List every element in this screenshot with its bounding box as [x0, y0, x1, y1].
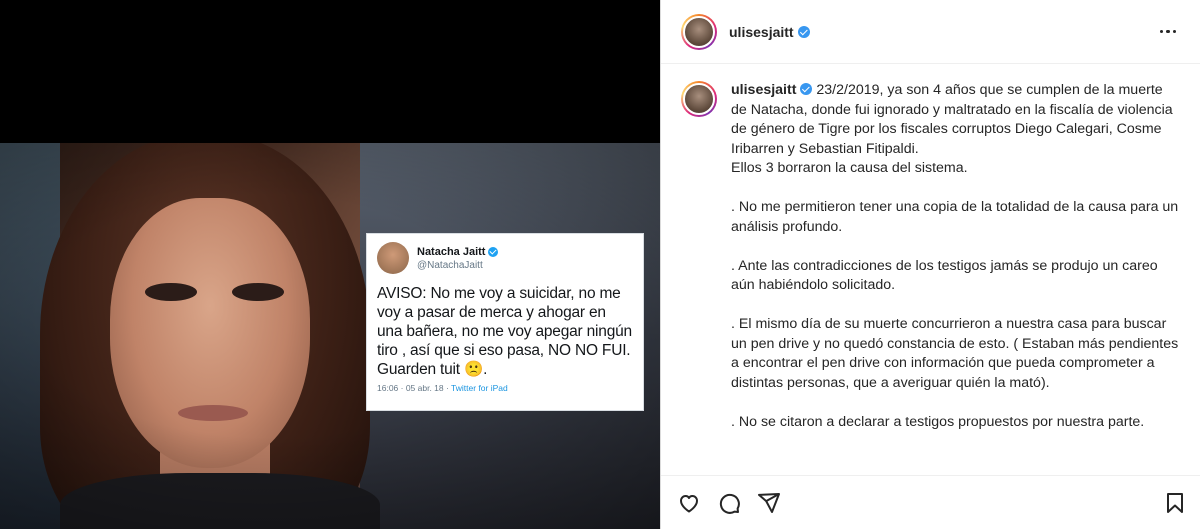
- tweet-timestamp: 16:06 · 05 abr. 18 ·: [377, 383, 452, 393]
- tweet-handle: @NatachaJaitt: [417, 259, 483, 271]
- avatar-image: [683, 83, 715, 115]
- post-header: ulisesjaitt: [661, 0, 1200, 64]
- avatar[interactable]: [681, 13, 717, 50]
- more-options-icon[interactable]: [1152, 22, 1185, 42]
- post-photo: Natacha Jaitt @NatachaJaitt AVISO: No me…: [0, 143, 660, 529]
- dot: [1172, 29, 1176, 34]
- post-author-username[interactable]: ulisesjaitt: [729, 24, 794, 40]
- share-icon[interactable]: [757, 491, 781, 515]
- caption-area[interactable]: ulisesjaitt 23/2/2019, ya son 4 años que…: [661, 65, 1200, 475]
- avatar-image: [683, 15, 715, 48]
- verified-badge-icon: [797, 25, 810, 38]
- caption-username[interactable]: ulisesjaitt: [731, 82, 796, 98]
- tweet-text: AVISO: No me voy a suicidar, no me voy a…: [377, 285, 632, 378]
- post-side-panel: ulisesjaitt ulisesjaitt 23/2/2019, ya so…: [660, 0, 1200, 529]
- caption-avatar[interactable]: [681, 81, 717, 117]
- tweet-author-name: Natacha Jaitt: [417, 245, 486, 258]
- tweet-footer: 16:06 · 05 abr. 18 · Twitter for iPad: [377, 383, 633, 393]
- post-media[interactable]: Natacha Jaitt @NatachaJaitt AVISO: No me…: [0, 0, 660, 529]
- verified-badge-icon: [800, 83, 813, 95]
- action-bar: [661, 475, 1200, 529]
- verified-badge-icon: [488, 246, 499, 257]
- tweet-source: Twitter for iPad: [451, 383, 508, 393]
- dot: [1159, 29, 1163, 34]
- caption-text-block: ulisesjaitt 23/2/2019, ya son 4 años que…: [731, 81, 1181, 432]
- caption-text: 23/2/2019, ya son 4 años que se cumplen …: [731, 82, 1179, 430]
- bookmark-icon[interactable]: [1163, 491, 1187, 515]
- embedded-tweet: Natacha Jaitt @NatachaJaitt AVISO: No me…: [366, 233, 644, 411]
- tweet-header: Natacha Jaitt @NatachaJaitt: [377, 242, 633, 274]
- dot: [1166, 29, 1170, 34]
- caption-row: ulisesjaitt 23/2/2019, ya son 4 años que…: [681, 81, 1181, 432]
- heart-icon[interactable]: [677, 491, 701, 515]
- comment-icon[interactable]: [717, 491, 741, 515]
- tweet-name-row: Natacha Jaitt: [417, 245, 499, 258]
- tweet-avatar: [377, 242, 409, 274]
